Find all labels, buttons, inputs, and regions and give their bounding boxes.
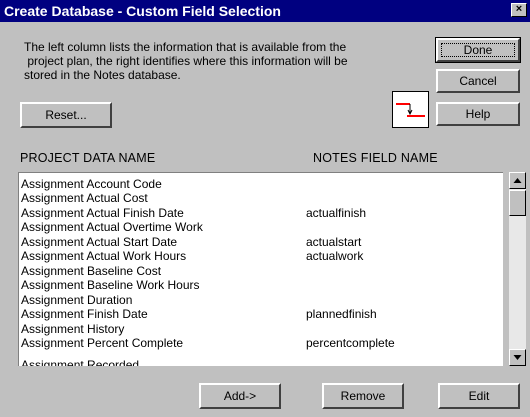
project-data-name: Assignment Actual Start Date <box>21 235 178 249</box>
dialog-window: Create Database - Custom Field Selection… <box>0 0 530 417</box>
project-data-name: Assignment History <box>21 322 125 336</box>
project-data-name: Assignment Actual Overtime Work <box>21 220 203 234</box>
list-item[interactable]: Assignment History <box>19 322 487 336</box>
notes-field-name: actualwork <box>306 249 364 263</box>
edit-button-label: Edit <box>468 389 490 403</box>
list-item[interactable]: Assignment Actual Finish Date actualfinis… <box>19 206 487 220</box>
list-item[interactable]: Assignment Finish Date plannedfinish <box>19 307 487 321</box>
project-data-name: Assignment Duration <box>21 293 133 307</box>
column-header-notes-field-name: NOTES FIELD NAME <box>313 151 438 165</box>
close-icon: × <box>515 3 523 15</box>
list-item[interactable]: Assignment Percent Complete percentcomple… <box>19 336 487 350</box>
scroll-up-button[interactable] <box>509 172 526 189</box>
window-title: Create Database - Custom Field Selection <box>4 3 281 19</box>
title-bar[interactable]: Create Database - Custom Field Selection… <box>0 0 530 22</box>
scroll-thumb[interactable] <box>509 190 526 216</box>
list-item[interactable]: Assignment Duration <box>19 293 487 307</box>
reset-button[interactable]: Reset... <box>20 102 112 128</box>
project-data-name: Assignment Account Code <box>21 177 162 191</box>
list-item[interactable]: Assignment Actual Cost <box>19 191 487 205</box>
instructions-line: stored in the Notes database. <box>24 68 181 82</box>
scroll-down-arrow-icon <box>513 355 522 360</box>
add-button[interactable]: Add-> <box>199 383 281 409</box>
instructions-line: project plan, the right identifies where… <box>24 54 348 68</box>
close-button[interactable]: × <box>511 3 527 17</box>
notes-field-name: actualfinish <box>306 206 367 220</box>
edit-button[interactable]: Edit <box>438 383 520 409</box>
instructions-line: The left column lists the information th… <box>24 40 347 54</box>
scroll-down-button[interactable] <box>509 349 526 366</box>
list-item[interactable]: Assignment Actual Start Date actualstart <box>19 235 487 249</box>
project-data-name: Assignment Finish Date <box>21 307 148 321</box>
project-data-name: Assignment Recorded... <box>21 358 150 366</box>
cancel-button-label: Cancel <box>459 74 497 88</box>
vertical-scrollbar[interactable] <box>509 172 526 366</box>
list-item[interactable]: Assignment Baseline Work Hours <box>19 278 487 292</box>
project-data-name: Assignment Baseline Cost <box>21 264 162 278</box>
scroll-up-arrow-icon <box>513 178 522 183</box>
notes-field-name: plannedfinish <box>306 307 377 321</box>
notes-field-name: percentcomplete <box>306 336 395 350</box>
help-button-label: Help <box>465 107 491 121</box>
list-item[interactable]: Assignment Actual Overtime Work <box>19 220 487 234</box>
column-header-project-data-name: PROJECT DATA NAME <box>20 151 156 165</box>
field-mapping-icon[interactable] <box>392 91 429 128</box>
project-data-name: Assignment Baseline Work Hours <box>21 278 200 292</box>
instructions-text: The left column lists the information th… <box>24 40 384 82</box>
list-item[interactable]: Assignment Actual Work Hours actualwork <box>19 249 487 263</box>
project-data-name: Assignment Actual Cost <box>21 191 148 205</box>
field-mapping-list[interactable]: Assignment Account Code Assignment Actua… <box>18 172 503 366</box>
done-button[interactable]: Done <box>435 37 521 63</box>
remove-button-label: Remove <box>340 389 386 403</box>
project-data-name: Assignment Percent Complete <box>21 336 184 350</box>
list-item[interactable]: Assignment Account Code <box>19 177 487 191</box>
done-button-label: Done <box>463 43 493 57</box>
add-button-label: Add-> <box>223 389 257 403</box>
reset-button-label: Reset... <box>45 108 87 122</box>
list-item[interactable]: Assignment Recorded... <box>19 358 487 366</box>
cancel-button[interactable]: Cancel <box>436 69 520 93</box>
project-data-name: Assignment Actual Work Hours <box>21 249 187 263</box>
help-button[interactable]: Help <box>436 102 520 126</box>
remove-button[interactable]: Remove <box>322 383 404 409</box>
field-mapping-icon-graphic <box>396 103 425 117</box>
notes-field-name: actualstart <box>306 235 362 249</box>
project-data-name: Assignment Actual Finish Date <box>21 206 184 220</box>
list-item[interactable]: Assignment Baseline Cost <box>19 264 487 278</box>
